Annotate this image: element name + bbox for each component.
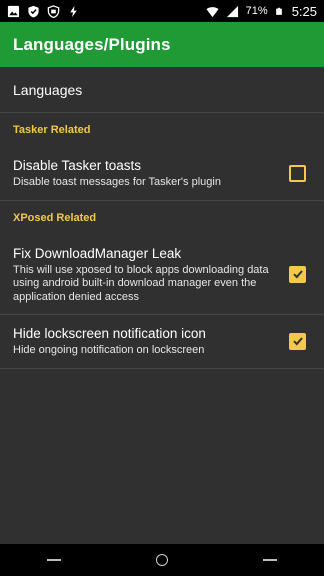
languages-label: Languages bbox=[13, 81, 83, 98]
pref-disable-tasker-toasts[interactable]: Disable Tasker toasts Disable toast mess… bbox=[0, 147, 324, 200]
category-header-xposed: XPosed Related bbox=[13, 211, 97, 224]
charging-bolt-icon bbox=[70, 5, 77, 17]
navigation-bar bbox=[0, 544, 324, 576]
home-circle-icon bbox=[156, 554, 168, 566]
pref-title: Hide lockscreen notification icon bbox=[13, 326, 206, 341]
checkmark-icon bbox=[292, 337, 303, 346]
clock: 5:25 bbox=[291, 3, 317, 19]
wifi-icon bbox=[206, 6, 219, 17]
divider bbox=[0, 367, 324, 369]
image-icon bbox=[7, 5, 20, 17]
disable-tasker-toasts-checkbox[interactable] bbox=[289, 164, 306, 182]
status-bar: 71% 5:25 bbox=[0, 0, 324, 22]
app-bar: Languages/Plugins bbox=[0, 22, 324, 67]
pref-title: Disable Tasker toasts bbox=[13, 158, 142, 173]
back-line-icon bbox=[47, 559, 61, 561]
page-title: Languages/Plugins bbox=[13, 34, 171, 54]
check-shield-icon bbox=[28, 5, 39, 18]
back-button[interactable] bbox=[34, 544, 74, 576]
home-button[interactable] bbox=[142, 544, 182, 576]
battery-icon bbox=[275, 7, 282, 15]
pref-hide-lockscreen-notification-icon[interactable]: Hide lockscreen notification icon Hide o… bbox=[0, 315, 324, 368]
category-header-tasker: Tasker Related bbox=[13, 124, 91, 136]
pref-summary: Hide ongoing notification on lockscreen bbox=[13, 344, 205, 356]
pref-fix-downloadmanager-leak[interactable]: Fix DownloadManager Leak This will use x… bbox=[0, 235, 324, 315]
recents-line-icon bbox=[263, 559, 277, 561]
hide-lockscreen-notification-checkbox[interactable] bbox=[289, 332, 306, 350]
recents-button[interactable] bbox=[250, 544, 290, 576]
languages-item[interactable]: Languages bbox=[0, 67, 324, 112]
pref-summary: Disable toast messages for Tasker's plug… bbox=[13, 176, 221, 188]
pref-title: Fix DownloadManager Leak bbox=[13, 245, 182, 261]
preference-list: Languages Tasker Related Disable Tasker … bbox=[0, 67, 324, 369]
signal-icon bbox=[226, 5, 238, 17]
checkmark-icon bbox=[292, 270, 303, 279]
battery-percent: 71% bbox=[245, 5, 268, 17]
fix-downloadmanager-leak-checkbox[interactable] bbox=[289, 265, 306, 283]
pref-summary: This will use xposed to block apps downl… bbox=[13, 263, 269, 303]
shield-outline-icon bbox=[47, 4, 60, 18]
